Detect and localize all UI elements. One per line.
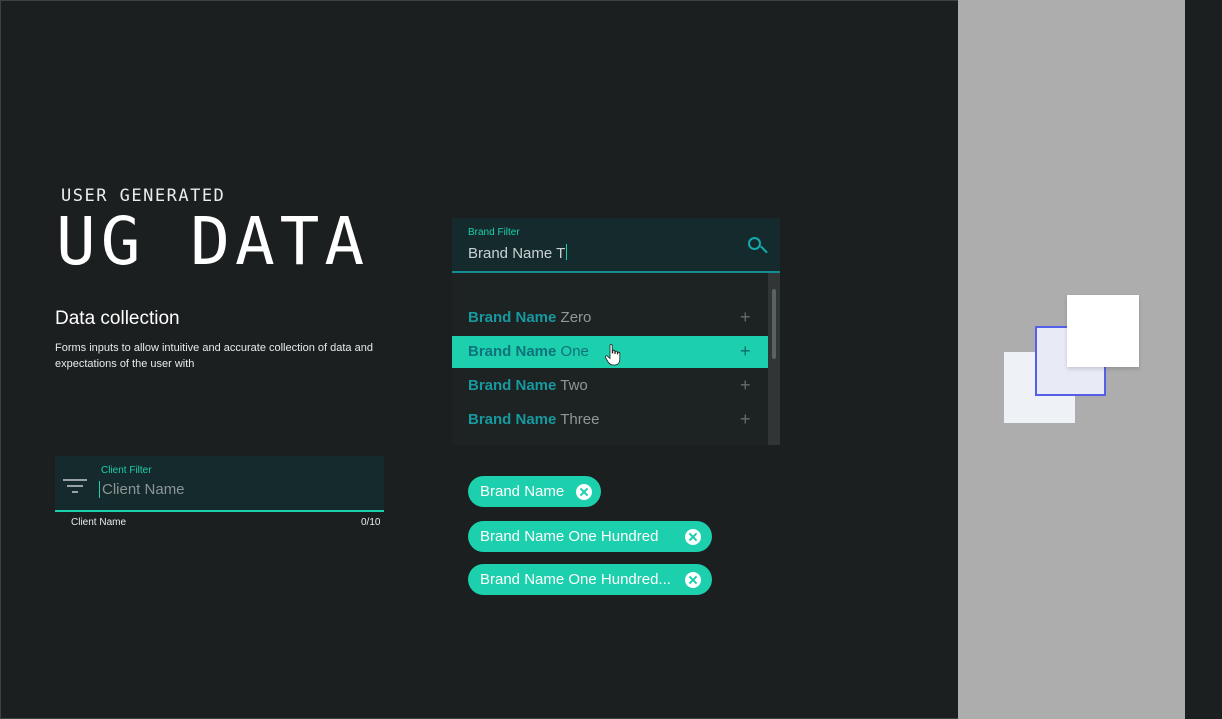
brand-filter-value: Brand Name T <box>468 245 566 262</box>
option-rest-text: One <box>556 343 589 360</box>
option-rest-text: Three <box>556 411 600 428</box>
option-match-text: Brand Name <box>468 309 557 326</box>
edge-strip <box>1185 0 1222 719</box>
add-icon[interactable]: + <box>740 375 751 396</box>
filter-icon[interactable] <box>63 479 87 495</box>
brand-chip[interactable]: Brand Name One Hundred... <box>468 564 712 595</box>
add-icon[interactable]: + <box>740 341 751 362</box>
brand-chip[interactable]: Brand Name One Hundred <box>468 521 712 552</box>
option-match-text: Brand Name <box>468 411 557 428</box>
option-rest-text: Two <box>556 377 588 394</box>
scrollbar-thumb[interactable] <box>772 289 776 359</box>
close-icon[interactable] <box>685 529 701 545</box>
client-char-counter: 0/10 <box>361 517 381 528</box>
option-rest-text: Zero <box>556 309 592 326</box>
brand-dropdown-list: Brand Name Zero + Brand Name One + Brand… <box>452 273 780 445</box>
close-icon[interactable] <box>685 572 701 588</box>
brand-filter-field[interactable]: Brand Filter Brand Name T <box>452 218 780 273</box>
section-title: Data collection <box>55 308 180 329</box>
text-caret <box>566 244 568 260</box>
page-title: UG DATA <box>56 203 370 280</box>
chip-label: Brand Name <box>480 483 565 500</box>
brand-chip[interactable]: Brand Name <box>468 476 601 507</box>
hand-pointer-icon <box>604 344 621 366</box>
brand-filter-label: Brand Filter <box>468 227 520 238</box>
add-icon[interactable]: + <box>740 307 751 328</box>
chip-label: Brand Name One Hundred <box>480 528 659 545</box>
client-name-input[interactable]: Client Name <box>99 481 185 498</box>
client-helper-text: Client Name <box>71 517 127 528</box>
option-match-text: Brand Name <box>468 377 557 394</box>
section-description: Forms inputs to allow intuitive and accu… <box>55 342 373 370</box>
stacked-card-front <box>1067 295 1139 367</box>
dropdown-option-three[interactable]: Brand Name Three + <box>452 404 768 436</box>
scrollbar-track[interactable] <box>768 273 780 445</box>
add-icon[interactable]: + <box>740 409 751 430</box>
dropdown-option-one[interactable]: Brand Name One + <box>452 336 780 368</box>
dropdown-option-two[interactable]: Brand Name Two + <box>452 370 768 402</box>
client-filter-label: Client Filter <box>101 465 152 476</box>
option-match-text: Brand Name <box>468 343 557 360</box>
client-filter-field[interactable]: Client Filter Client Name <box>55 456 384 512</box>
chip-label: Brand Name One Hundred... <box>480 571 671 588</box>
search-icon[interactable] <box>748 237 768 257</box>
dropdown-option-zero[interactable]: Brand Name Zero + <box>452 302 768 334</box>
close-icon[interactable] <box>576 484 592 500</box>
brand-filter-input[interactable]: Brand Name T <box>468 244 568 262</box>
